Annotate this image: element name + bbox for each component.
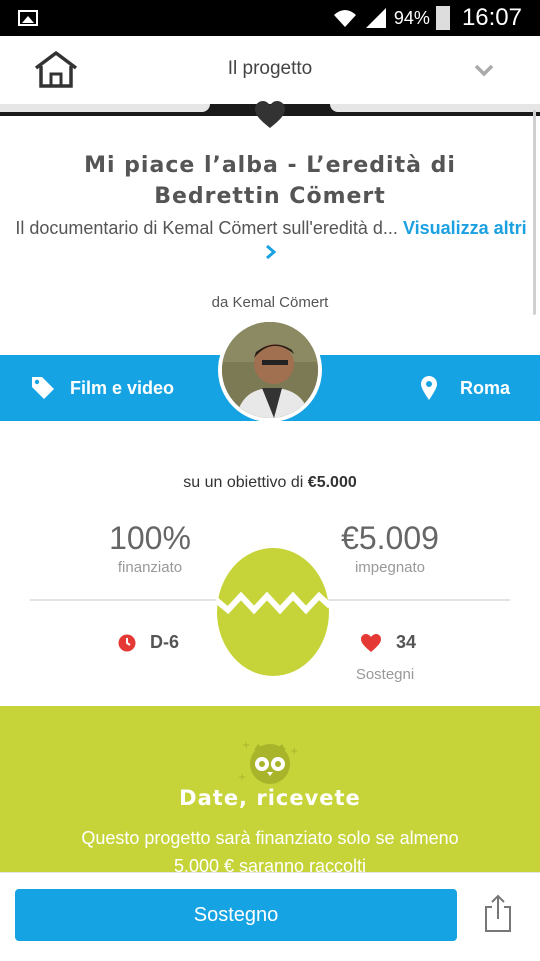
svg-text:+: + — [238, 772, 246, 783]
heart-icon — [361, 633, 381, 652]
chevron-right-icon — [266, 244, 277, 260]
location-label: Roma — [459, 377, 510, 398]
all-or-nothing-info: + + + Date, ricevete Questo progetto sar… — [0, 706, 540, 876]
project-title: Mi piace l’alba - L’eredità di Bedrettin… — [84, 153, 456, 209]
backers-label: Sostegni — [355, 666, 415, 683]
avatar[interactable] — [218, 318, 322, 422]
backers-value: 34 — [396, 632, 417, 652]
category-label: Film e video — [70, 377, 175, 398]
location-link[interactable]: Roma — [420, 375, 510, 401]
percent-label: finanziato — [117, 559, 183, 576]
status-bar: 94% 16:07 — [0, 0, 540, 36]
goal-amount: €5.000 — [307, 474, 357, 491]
scrollbar[interactable] — [533, 110, 536, 315]
backers-count: 34 — [360, 632, 416, 653]
owl-icon: + + + — [238, 740, 298, 784]
share-icon[interactable] — [482, 893, 514, 933]
days-left: D-6 — [118, 632, 179, 653]
battery-percent: 94% — [393, 7, 430, 28]
funding-goal: su un obiettivo di €5.000 — [0, 474, 540, 492]
tag-icon — [32, 377, 54, 399]
wifi-icon — [333, 10, 356, 27]
info-text: Questo progetto sarà finanziato solo se … — [81, 828, 459, 876]
svg-text:+: + — [242, 740, 250, 751]
clock: 16:07 — [461, 4, 522, 31]
top-bar: Il progetto — [0, 36, 540, 105]
days-left-value: D-6 — [150, 632, 180, 652]
page-title: Il progetto — [227, 58, 313, 79]
signal-icon — [365, 8, 386, 28]
support-button[interactable]: Sostegno — [15, 889, 457, 941]
bottom-action-bar: Sostegno — [0, 872, 540, 961]
percent-funded: 100% finanziato — [60, 520, 240, 576]
hatched-egg-icon — [214, 548, 332, 676]
battery-icon — [435, 6, 450, 30]
gallery-notification-icon — [18, 10, 38, 26]
description-text: Il documentario di Kemal Cömert sull'ere… — [15, 218, 398, 238]
percent-value: 100% — [109, 520, 191, 556]
info-title: Date, ricevete — [179, 786, 361, 810]
heart-icon[interactable] — [254, 100, 286, 130]
svg-text:+: + — [290, 746, 298, 757]
clock-icon — [118, 634, 136, 651]
chevron-down-icon[interactable] — [472, 58, 496, 82]
project-author[interactable]: da Kemal Cömert — [0, 294, 540, 311]
author-photo — [222, 322, 318, 418]
location-pin-icon — [420, 376, 437, 400]
project-description: Il documentario di Kemal Cömert sull'ere… — [14, 216, 528, 264]
category-link[interactable]: Film e video — [30, 375, 174, 401]
goal-prefix: su un obiettivo di — [183, 474, 304, 491]
